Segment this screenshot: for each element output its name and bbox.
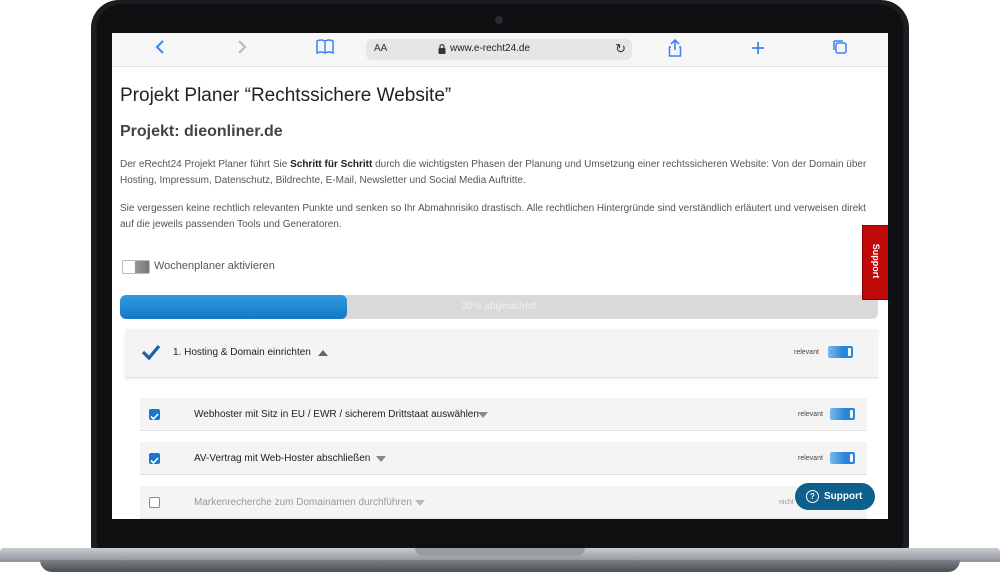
item-checkbox[interactable] — [149, 497, 160, 508]
support-button[interactable]: ? Support — [795, 483, 875, 510]
project-name: Projekt: dieonliner.de — [120, 123, 283, 140]
relevant-label: nicht — [779, 499, 794, 506]
item-checkbox[interactable] — [149, 453, 160, 465]
address-bar[interactable]: AA www.e-recht24.de ↻ — [366, 39, 632, 60]
laptop-base-bottom — [40, 560, 960, 572]
relevant-toggle[interactable] — [830, 452, 855, 464]
lock-icon — [438, 44, 446, 54]
item-title: AV-Vertrag mit Web-Hoster abschließen — [194, 453, 371, 464]
checklist-item[interactable]: Markenrecherche zum Domainamen durchführ… — [140, 486, 867, 519]
section-title: 1. Hosting & Domain einrichten — [173, 347, 311, 358]
chevron-right-icon[interactable] — [232, 39, 252, 59]
item-checkbox[interactable] — [149, 409, 160, 421]
browser-toolbar: AA www.e-recht24.de ↻ — [112, 33, 888, 67]
support-button-label: Support — [824, 491, 863, 502]
progress-bar: 30% abgesichert — [120, 295, 878, 319]
laptop-notch — [415, 548, 585, 556]
item-title: Webhoster mit Sitz in EU / EWR / sichere… — [194, 409, 479, 420]
relevant-label: relevant — [794, 349, 819, 356]
support-tab-label: Support — [871, 243, 881, 279]
relevant-label: relevant — [798, 411, 823, 418]
checklist-item[interactable]: Webhoster mit Sitz in EU / EWR / sichere… — [140, 398, 867, 431]
toggle-knob — [850, 454, 853, 462]
intro-text-bold: Schritt für Schritt — [290, 159, 373, 170]
plus-icon[interactable] — [747, 39, 769, 59]
intro-paragraph: Der eRecht24 Projekt Planer führt Sie Sc… — [120, 157, 872, 189]
toggle-knob — [848, 348, 851, 356]
relevant-toggle[interactable] — [828, 346, 853, 358]
chevron-left-icon[interactable] — [150, 39, 170, 59]
progress-label: 30% abgesichert — [461, 301, 537, 312]
caret-down-icon[interactable] — [478, 412, 488, 418]
question-icon: ? — [806, 490, 819, 503]
page-title: Projekt Planer “Rechtssichere Website” — [120, 85, 452, 106]
caret-down-icon[interactable] — [376, 456, 386, 462]
screen: AA www.e-recht24.de ↻ Projekt Planer “Re… — [112, 33, 888, 519]
intro-paragraph-2: Sie vergessen keine rechtlich relevanten… — [120, 203, 866, 230]
url-text: www.e-recht24.de — [450, 43, 531, 54]
item-title: Markenrecherche zum Domainamen durchführ… — [194, 497, 412, 508]
checkmark-icon — [141, 344, 161, 361]
weekly-planner-label: Wochenplaner aktivieren — [154, 260, 275, 272]
reader-aa-button[interactable]: AA — [374, 43, 387, 54]
relevant-toggle[interactable] — [830, 408, 855, 420]
caret-down-icon[interactable] — [415, 500, 425, 506]
checklist-item[interactable]: AV-Vertrag mit Web-Hoster abschließen re… — [140, 442, 867, 475]
relevant-label: relevant — [798, 455, 823, 462]
reload-icon[interactable]: ↻ — [615, 41, 626, 57]
toggle-knob — [850, 410, 853, 418]
share-icon[interactable] — [664, 38, 686, 59]
caret-up-icon[interactable] — [318, 350, 328, 356]
section-hosting-domain[interactable]: 1. Hosting & Domain einrichten relevant — [125, 329, 878, 378]
book-icon[interactable] — [314, 39, 336, 59]
weekly-planner-switch[interactable] — [122, 260, 150, 274]
camera — [495, 16, 503, 24]
tabs-icon[interactable] — [829, 39, 851, 59]
intro-text-start: Der eRecht24 Projekt Planer führt Sie — [120, 159, 291, 170]
support-tab[interactable]: Support — [862, 225, 888, 300]
